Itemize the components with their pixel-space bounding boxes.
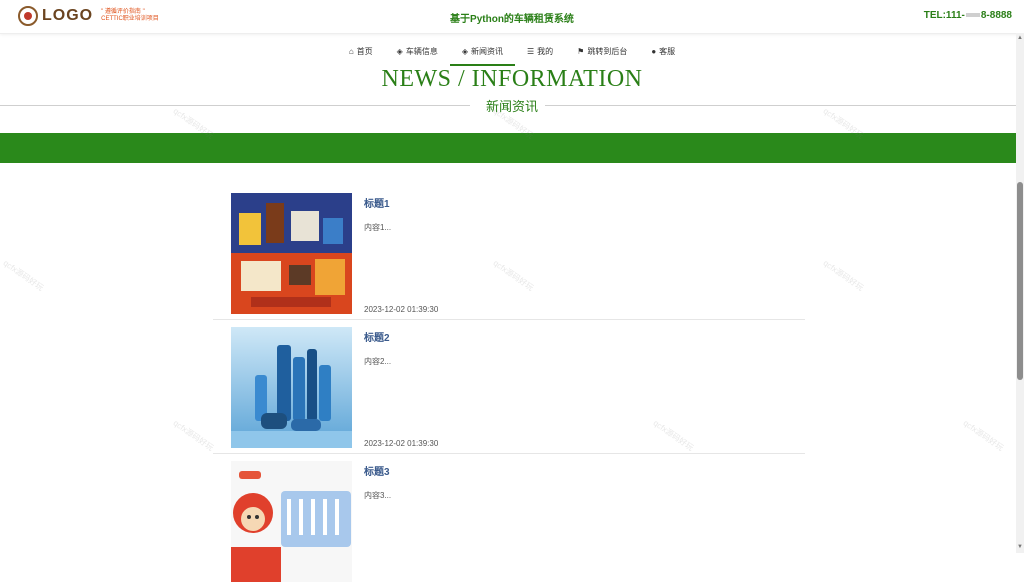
news-content: 内容2... <box>364 357 392 366</box>
nav-item-mine[interactable]: ☰ 我的 <box>515 38 565 64</box>
list-item[interactable]: 标题2 内容2... 2023-12-02 01:39:30 <box>213 320 805 454</box>
watermark: qcfx源码好玩 <box>1 258 46 293</box>
nav-item-home[interactable]: ⌂ 首页 <box>337 38 385 64</box>
section-title-cn: 新闻资讯 <box>479 99 544 114</box>
nav-item-vehicles[interactable]: ◈ 车辆信息 <box>385 38 450 64</box>
nav-label: 跳转到后台 <box>587 46 628 56</box>
list-item[interactable]: 标题1 内容1... 2023-12-02 01:39:30 <box>213 186 805 320</box>
nav-label: 首页 <box>356 46 373 56</box>
news-thumbnail[interactable] <box>231 461 352 582</box>
site-title: 基于Python的车辆租赁系统 <box>450 14 574 25</box>
chat-icon: ● <box>651 46 657 56</box>
nav-item-news[interactable]: ◈ 新闻资讯 <box>449 38 516 66</box>
watermark: qcfx源码好玩 <box>961 418 1006 453</box>
news-date: 2023-12-02 01:39:30 <box>364 305 439 314</box>
nav-label: 车辆信息 <box>405 46 438 56</box>
scrollbar-thumb[interactable] <box>1017 182 1023 380</box>
tel-prefix: TEL:111- <box>923 10 965 21</box>
layers-icon: ◈ <box>461 46 468 56</box>
list-item[interactable]: 标题3 内容3... <box>213 454 805 588</box>
scroll-up-icon[interactable]: ▲ <box>1017 35 1023 41</box>
layers-icon: ◈ <box>396 46 403 56</box>
list-icon: ☰ <box>526 46 535 56</box>
top-header: LOGO " 遵循评价指南 " CETTIC职业培训项目 基于Python的车辆… <box>0 0 1024 34</box>
news-content: 内容1... <box>364 223 392 232</box>
nav-label: 新闻资讯 <box>470 46 503 56</box>
main-nav: ⌂ 首页 ◈ 车辆信息 ◈ 新闻资讯 ☰ 我的 ⚑ 跳转到后台 ● 客服 <box>0 38 1024 66</box>
news-list: 标题1 内容1... 2023-12-02 01:39:30 标题2 内容2..… <box>213 186 805 588</box>
watermark: qcfx源码好玩 <box>821 258 866 293</box>
green-banner <box>0 133 1016 163</box>
nav-label: 我的 <box>537 46 554 56</box>
news-thumbnail[interactable] <box>231 327 352 448</box>
news-title[interactable]: 标题1 <box>364 195 390 210</box>
watermark: qcfx源码好玩 <box>171 418 216 453</box>
section-subtitle: 新闻资讯 <box>0 96 1024 114</box>
scroll-down-icon[interactable]: ▼ <box>1017 544 1023 550</box>
nav-label: 客服 <box>659 46 676 56</box>
telephone: TEL:111- 8-8888 <box>924 10 1012 21</box>
section-title-en: NEWS / INFORMATION <box>381 66 643 92</box>
news-thumbnail[interactable] <box>231 193 352 314</box>
news-title[interactable]: 标题2 <box>364 329 390 344</box>
news-date: 2023-12-02 01:39:30 <box>364 439 439 448</box>
nav-item-service[interactable]: ● 客服 <box>639 38 687 64</box>
flag-icon: ⚑ <box>577 46 585 56</box>
news-title[interactable]: 标题3 <box>364 463 390 478</box>
news-content: 内容3... <box>364 491 392 500</box>
home-icon: ⌂ <box>348 46 354 56</box>
tel-redaction <box>965 13 980 18</box>
tel-suffix: 8-8888 <box>980 10 1012 21</box>
nav-item-admin[interactable]: ⚑ 跳转到后台 <box>565 38 639 64</box>
